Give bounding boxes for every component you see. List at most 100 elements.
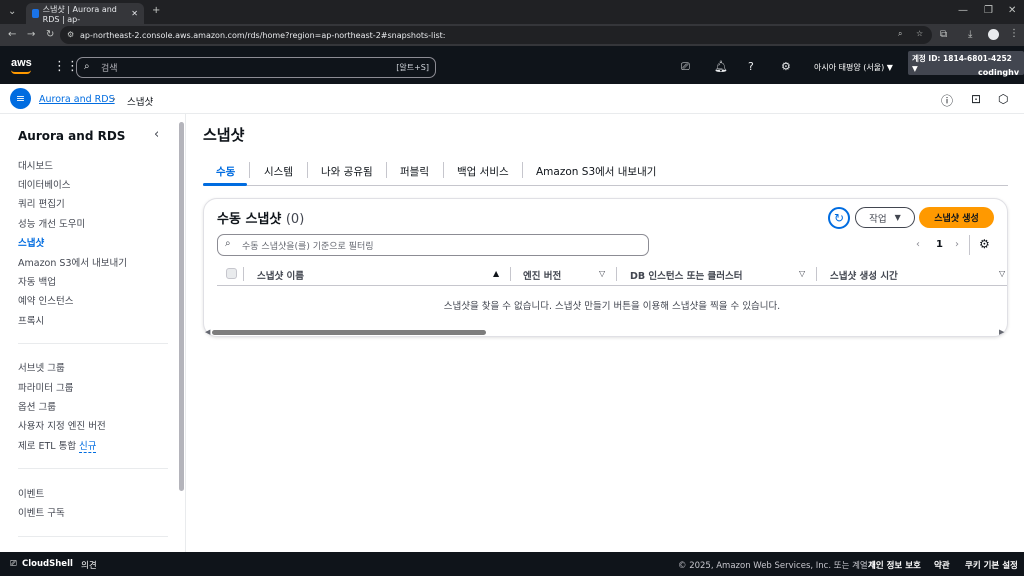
table-horizontal-scrollbar[interactable] [212,330,486,335]
column-separator[interactable] [510,267,511,281]
aws-top-navigation: aws ⋮⋮ ⌕ 검색 [알트+S] ⎚ 🔔︎ ? ⚙ 아시아 태평양 (서울)… [0,46,1024,84]
sort-icon[interactable]: ▽ [599,269,605,278]
site-info-icon[interactable]: ⚙ [67,30,74,39]
sidebar-item-option-groups[interactable]: 옵션 그룹 [18,399,56,413]
help-icon[interactable]: ? [748,61,754,72]
sidebar-item-proxies[interactable]: 프록시 [18,313,44,327]
tab-search-icon[interactable]: ⌄ [8,7,16,17]
sort-icon[interactable]: ▽ [999,269,1005,278]
region-selector[interactable]: 아시아 태평양 (서울) ▼ [814,62,893,73]
profile-avatar[interactable] [988,29,999,40]
sidebar-item-custom-engine-versions[interactable]: 사용자 지정 엔진 버전 [18,418,106,432]
sidebar-scrollbar[interactable] [179,122,184,491]
sidebar-item-zero-etl[interactable]: 제로 ETL 통합 [18,438,76,452]
breadcrumb-chevron-icon: › [112,94,116,105]
tab-separator [522,162,523,178]
hexagon-icon[interactable]: ⬡ [998,92,1008,106]
column-db-instance[interactable]: DB 인스턴스 또는 클러스터 [630,268,742,282]
sidebar-item-performance-insights[interactable]: 성능 개선 도우미 [18,216,85,230]
sidebar-item-databases[interactable]: 데이터베이스 [18,177,70,191]
sidebar-item-snapshots[interactable]: 스냅샷 [18,235,44,249]
window-close-icon[interactable]: ✕ [1008,6,1016,16]
caret-down-icon: ▼ [894,213,901,222]
bookmark-star-icon[interactable]: ☆ [916,29,923,38]
cookie-preferences-link[interactable]: 쿠키 기본 설정 [965,559,1018,571]
sidebar-item-s3-export[interactable]: Amazon S3에서 내보내기 [18,255,127,269]
sidebar-divider [18,468,168,469]
privacy-link[interactable]: 개인 정보 보호 [868,559,921,571]
tab-system[interactable]: 시스템 [264,164,293,179]
empty-state-message: 스냅샷을 찾을 수 없습니다. 스냅샷 만들기 버튼을 이용해 스냅샷을 찍을 … [443,301,781,312]
browser-tab[interactable]: 스냅샷 | Aurora and RDS | ap- ✕ [26,3,144,24]
minimize-icon[interactable]: — [958,6,968,16]
sidebar-divider [18,536,168,537]
prev-page-icon[interactable]: ‹ [916,239,920,250]
sidebar-item-dashboard[interactable]: 대시보드 [18,158,53,172]
sidebar-title[interactable]: Aurora and RDS [18,129,125,143]
search-input[interactable]: ⌕ 검색 [알트+S] [76,57,436,78]
notifications-bell-icon[interactable]: 🔔︎ [714,61,728,72]
pager-divider [969,235,970,255]
new-badge: 신규 [79,438,97,453]
scroll-left-icon[interactable]: ◀ [205,328,210,336]
column-snapshot-name[interactable]: 스냅샷 이름 [257,268,304,282]
sidebar-item-event-subscriptions[interactable]: 이벤트 구독 [18,505,65,519]
sort-ascending-icon[interactable]: ▲ [493,269,499,278]
breadcrumb-current: 스냅샷 [127,97,154,108]
menu-hamburger-icon[interactable]: ≡ [10,88,31,109]
aws-logo[interactable]: aws [11,57,32,74]
address-bar[interactable]: ⚙ ap-northeast-2.console.aws.amazon.com/… [60,26,932,44]
feedback-panel-icon[interactable]: ⊡ [971,92,981,106]
sidebar-collapse-icon[interactable]: ‹ [154,127,159,142]
new-tab-icon[interactable]: + [152,6,160,16]
tab-close-icon[interactable]: ✕ [131,9,138,18]
actions-label: 작업 [869,213,887,225]
column-separator[interactable] [616,267,617,281]
info-icon[interactable]: ⓘ [941,92,953,109]
column-created-time[interactable]: 스냅샷 생성 시간 [830,268,898,282]
terms-link[interactable]: 약관 [934,559,950,571]
cloudshell-link[interactable]: CloudShell [22,559,73,569]
select-all-checkbox[interactable] [226,268,237,279]
tab-shared-with-me[interactable]: 나와 공유됨 [321,164,373,179]
page-number[interactable]: 1 [936,239,943,250]
extensions-icon[interactable]: ⧉ [940,30,947,40]
forward-icon[interactable]: → [27,30,35,40]
settings-gear-icon[interactable]: ⚙ [781,61,791,72]
actions-dropdown-button[interactable]: 작업 ▼ [855,207,915,228]
sidebar-item-events[interactable]: 이벤트 [18,486,44,500]
card-title-text: 수동 스냅샷 [217,212,282,227]
zoom-icon[interactable]: ⌕ [898,29,902,39]
tab-manual[interactable]: 수동 [216,164,235,179]
browser-menu-icon[interactable]: ⋮ [1009,29,1019,39]
filter-placeholder: 수동 스냅샷을(를) 기준으로 필터링 [242,241,374,252]
refresh-button[interactable]: ↻ [828,207,850,229]
preferences-gear-icon[interactable]: ⚙ [979,237,990,251]
breadcrumb-root[interactable]: Aurora and RDS [39,94,115,105]
card-title: 수동 스냅샷 (0) [217,208,304,227]
back-icon[interactable]: ← [8,30,16,40]
sidebar-item-reserved-instances[interactable]: 예약 인스턴스 [18,293,73,307]
restore-icon[interactable]: ❐ [984,6,993,16]
column-separator[interactable] [816,267,817,281]
sidebar-item-automated-backups[interactable]: 자동 백업 [18,274,56,288]
column-engine-version[interactable]: 엔진 버전 [523,268,561,282]
filter-input[interactable]: ⌕ 수동 스냅샷을(를) 기준으로 필터링 [217,234,649,256]
cloudshell-icon[interactable]: ⎚ [681,61,690,72]
page-title: 스냅샷 [203,126,245,144]
sidebar-item-parameter-groups[interactable]: 파라미터 그룹 [18,380,73,394]
sidebar-item-subnet-groups[interactable]: 서브넷 그룹 [18,360,65,374]
reload-icon[interactable]: ↻ [46,30,54,40]
next-page-icon[interactable]: › [955,239,959,250]
scroll-right-icon[interactable]: ▶ [999,328,1004,336]
download-icon[interactable]: ⤓ [968,30,972,40]
sidebar-item-query-editor[interactable]: 쿼리 편집기 [18,196,65,210]
tab-backup-service[interactable]: 백업 서비스 [457,164,509,179]
create-snapshot-button[interactable]: 스냅샷 생성 [919,207,994,228]
feedback-link[interactable]: 의견 [81,559,97,571]
search-placeholder: 검색 [101,64,118,74]
sort-icon[interactable]: ▽ [799,269,805,278]
tab-s3-export[interactable]: Amazon S3에서 내보내기 [536,164,656,179]
user-menu[interactable]: codinghv [978,68,1019,77]
tab-public[interactable]: 퍼블릭 [400,164,429,179]
